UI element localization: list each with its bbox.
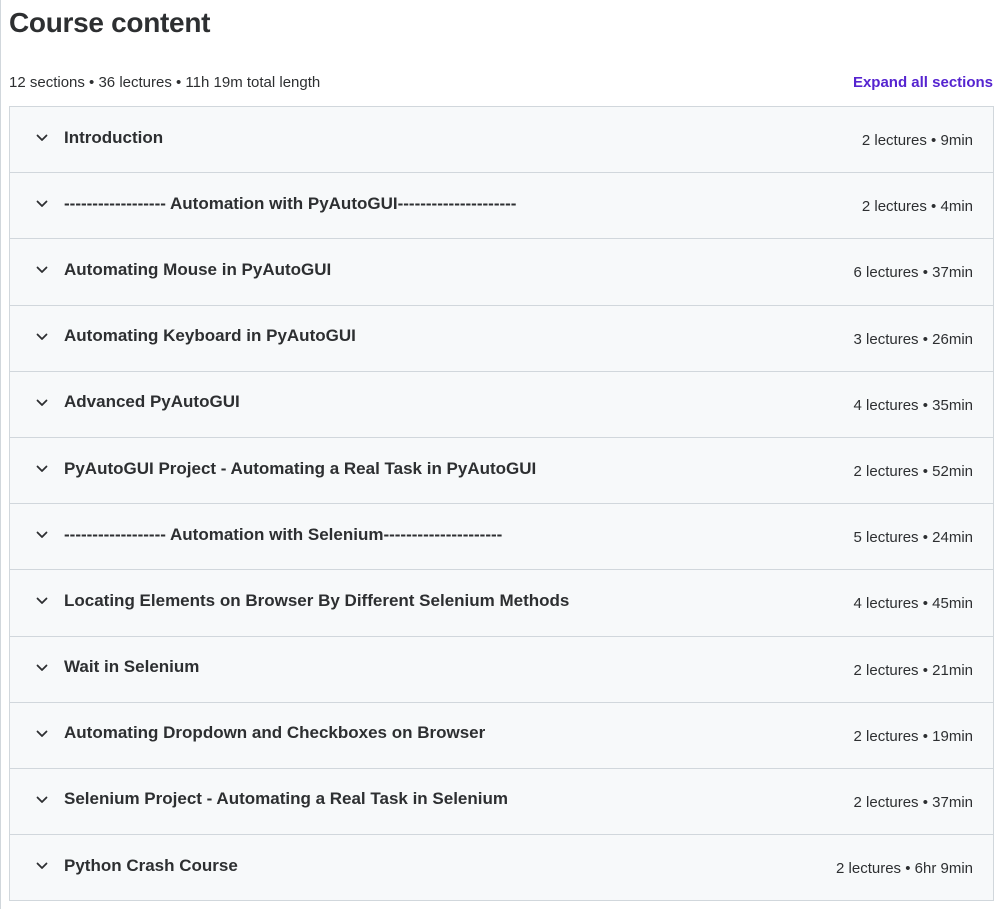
chevron-down-icon xyxy=(34,395,50,411)
chevron-down-icon xyxy=(34,726,50,742)
section-title: Wait in Selenium xyxy=(64,657,200,677)
section-meta: 2 lectures • 21min xyxy=(853,661,973,679)
section-row[interactable]: Automating Dropdown and Checkboxes on Br… xyxy=(10,702,993,769)
section-meta: 2 lectures • 4min xyxy=(861,198,973,216)
section-row[interactable]: Python Crash Course 2 lectures • 6hr 9min xyxy=(10,835,993,902)
section-meta: 3 lectures • 26min xyxy=(853,330,973,348)
section-row[interactable]: PyAutoGUI Project - Automating a Real Ta… xyxy=(10,437,993,505)
section-meta: 6 lectures • 37min xyxy=(853,264,973,282)
section-title: Advanced PyAutoGUI xyxy=(64,392,240,412)
chevron-down-icon xyxy=(34,792,50,808)
section-row[interactable]: Locating Elements on Browser By Differen… xyxy=(10,570,993,637)
section-row[interactable]: Introduction 2 lectures • 9min xyxy=(10,107,993,174)
chevron-down-icon xyxy=(34,196,50,212)
course-content-panel: Course content 12 sections • 36 lectures… xyxy=(0,0,997,909)
section-title: Introduction xyxy=(64,127,164,147)
section-list: Introduction 2 lectures • 9min -----------… xyxy=(9,106,994,902)
chevron-down-icon xyxy=(34,130,50,146)
section-row[interactable]: Wait in Selenium 2 lectures • 21min xyxy=(10,636,993,703)
expand-all-sections-button[interactable]: Expand all sections xyxy=(853,74,993,91)
chevron-down-icon xyxy=(34,329,50,345)
chevron-down-icon xyxy=(34,660,50,676)
chevron-down-icon xyxy=(34,262,50,278)
section-row[interactable]: Selenium Project - Automating a Real Tas… xyxy=(10,768,993,836)
section-row[interactable]: Advanced PyAutoGUI 4 lectures • 35min xyxy=(10,371,993,438)
section-meta: 2 lectures • 52min xyxy=(853,463,973,481)
section-meta: 2 lectures • 9min xyxy=(861,132,973,150)
page-title: Course content xyxy=(9,7,211,38)
section-meta: 2 lectures • 19min xyxy=(853,727,973,745)
section-meta: 2 lectures • 6hr 9min xyxy=(836,860,973,878)
section-row[interactable]: ------------------ Automation with Selen… xyxy=(10,504,993,571)
section-row[interactable]: Automating Mouse in PyAutoGUI 6 lectures … xyxy=(10,239,993,306)
section-row[interactable]: Automating Keyboard in PyAutoGUI 3 lectur… xyxy=(10,305,993,372)
section-meta: 4 lectures • 45min xyxy=(853,595,973,613)
chevron-down-icon xyxy=(34,527,50,543)
section-title: Automating Mouse in PyAutoGUI xyxy=(64,259,332,279)
section-title: ------------------ Automation with Selen… xyxy=(64,524,503,544)
section-meta: 2 lectures • 37min xyxy=(853,793,973,811)
section-title: Automating Keyboard in PyAutoGUI xyxy=(64,326,356,346)
course-summary: 12 sections • 36 lectures • 11h 19m tota… xyxy=(9,73,321,91)
section-title: Automating Dropdown and Checkboxes on Br… xyxy=(64,723,486,743)
chevron-down-icon xyxy=(34,858,50,874)
section-title: Locating Elements on Browser By Differen… xyxy=(64,590,570,610)
section-title: PyAutoGUI Project - Automating a Real Ta… xyxy=(64,458,537,478)
section-title: Selenium Project - Automating a Real Tas… xyxy=(64,789,508,809)
chevron-down-icon xyxy=(34,461,50,477)
section-meta: 4 lectures • 35min xyxy=(853,396,973,414)
section-row[interactable]: ------------------ Automation with PyAut… xyxy=(10,173,993,240)
summary-row: 12 sections • 36 lectures • 11h 19m tota… xyxy=(9,70,993,94)
chevron-down-icon xyxy=(34,593,50,609)
section-meta: 5 lectures • 24min xyxy=(853,529,973,547)
section-title: Python Crash Course xyxy=(64,855,238,875)
section-title: ------------------ Automation with PyAut… xyxy=(64,193,517,213)
